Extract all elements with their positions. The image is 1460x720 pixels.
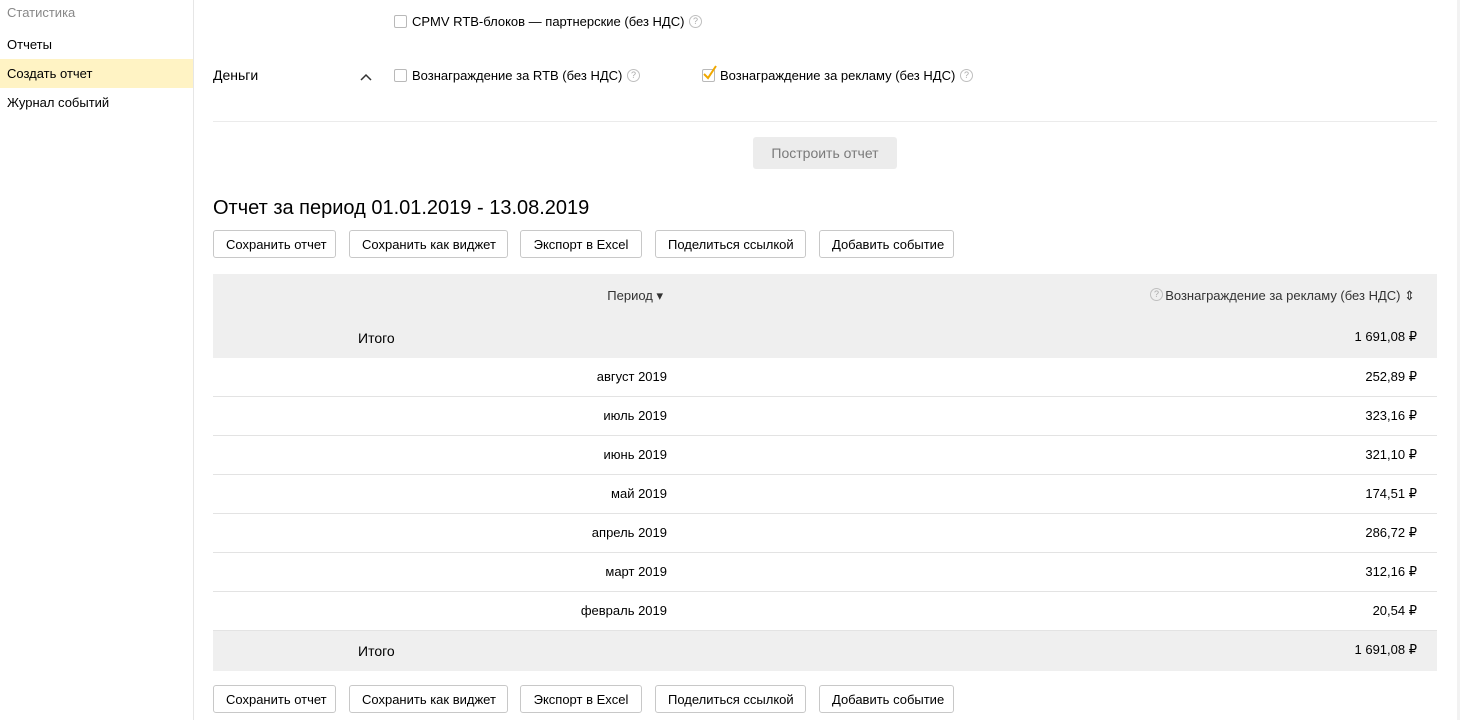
checkmark-icon (703, 65, 717, 80)
sidebar: Статистика Отчеты Создать отчет Журнал с… (0, 0, 194, 720)
sidebar-item-reports[interactable]: Отчеты (0, 30, 193, 59)
section-label-money: Деньги (213, 67, 259, 83)
table-row: апрель 2019 286,72 ₽ (213, 514, 1437, 553)
share-link-button[interactable]: Поделиться ссылкой (655, 230, 806, 258)
main-content: CPMV RTB-блоков — партнерские (без НДС) … (213, 0, 1437, 720)
row-value: 174,51 ₽ (1365, 486, 1417, 501)
row-period: май 2019 (611, 486, 667, 501)
table-row: июль 2019 323,16 ₽ (213, 397, 1437, 436)
ad-reward-checkbox[interactable] (702, 65, 717, 82)
row-period: август 2019 (596, 369, 667, 384)
help-icon[interactable]: ? (689, 15, 702, 28)
total-label: Итого (358, 330, 395, 346)
build-report-button[interactable]: Построить отчет (753, 137, 897, 169)
row-period: февраль 2019 (580, 603, 667, 618)
save-report-button[interactable]: Сохранить отчет (213, 685, 336, 713)
table-row: февраль 2019 20,54 ₽ (213, 592, 1437, 631)
row-value: 286,72 ₽ (1365, 525, 1417, 540)
row-period: апрель 2019 (591, 525, 667, 540)
save-widget-button[interactable]: Сохранить как виджет (349, 230, 508, 258)
column-ad-reward[interactable]: Вознаграждение за рекламу (без НДС) ⇕ (1165, 288, 1415, 304)
table-total-row: Итого 1 691,08 ₽ (213, 631, 1437, 671)
table-header: Период ▾ ? Вознаграждение за рекламу (бе… (213, 274, 1437, 318)
divider (213, 121, 1437, 122)
help-icon[interactable]: ? (960, 69, 973, 82)
table-row: июнь 2019 321,10 ₽ (213, 436, 1437, 475)
cpmv-label: CPMV RTB-блоков — партнерские (без НДС) (412, 14, 685, 29)
chevron-up-icon[interactable] (359, 70, 373, 84)
sidebar-header: Статистика (7, 5, 76, 20)
ad-reward-label: Вознаграждение за рекламу (без НДС) (720, 68, 956, 83)
add-event-button[interactable]: Добавить событие (819, 685, 954, 713)
row-period: июнь 2019 (603, 447, 668, 462)
row-value: 323,16 ₽ (1365, 408, 1417, 423)
cpmv-checkbox[interactable] (394, 15, 407, 28)
total-value: 1 691,08 ₽ (1354, 642, 1418, 657)
help-icon[interactable]: ? (1150, 288, 1163, 301)
save-report-button[interactable]: Сохранить отчет (213, 230, 336, 258)
export-excel-button[interactable]: Экспорт в Excel (520, 685, 642, 713)
rtb-reward-label: Вознаграждение за RTB (без НДС) (412, 68, 623, 83)
share-link-button[interactable]: Поделиться ссылкой (655, 685, 806, 713)
row-period: март 2019 (605, 564, 667, 579)
row-value: 252,89 ₽ (1365, 369, 1417, 384)
row-value: 20,54 ₽ (1372, 603, 1417, 618)
table-row: май 2019 174,51 ₽ (213, 475, 1437, 514)
table-row: август 2019 252,89 ₽ (213, 358, 1437, 397)
column-period[interactable]: Период ▾ (607, 288, 663, 304)
table-total-row: Итого 1 691,08 ₽ (213, 318, 1437, 358)
row-value: 321,10 ₽ (1365, 447, 1417, 462)
save-widget-button[interactable]: Сохранить как виджет (349, 685, 508, 713)
export-excel-button[interactable]: Экспорт в Excel (520, 230, 642, 258)
total-label: Итого (358, 643, 395, 659)
add-event-button[interactable]: Добавить событие (819, 230, 954, 258)
rtb-reward-checkbox[interactable] (394, 69, 407, 82)
sidebar-item-event-log[interactable]: Журнал событий (0, 88, 193, 117)
total-value: 1 691,08 ₽ (1354, 329, 1418, 344)
report-title: Отчет за период 01.01.2019 - 13.08.2019 (213, 197, 590, 219)
row-period: июль 2019 (603, 408, 667, 423)
row-value: 312,16 ₽ (1365, 564, 1417, 579)
help-icon[interactable]: ? (627, 69, 640, 82)
table-row: март 2019 312,16 ₽ (213, 553, 1437, 592)
sidebar-item-create-report[interactable]: Создать отчет (0, 59, 193, 88)
